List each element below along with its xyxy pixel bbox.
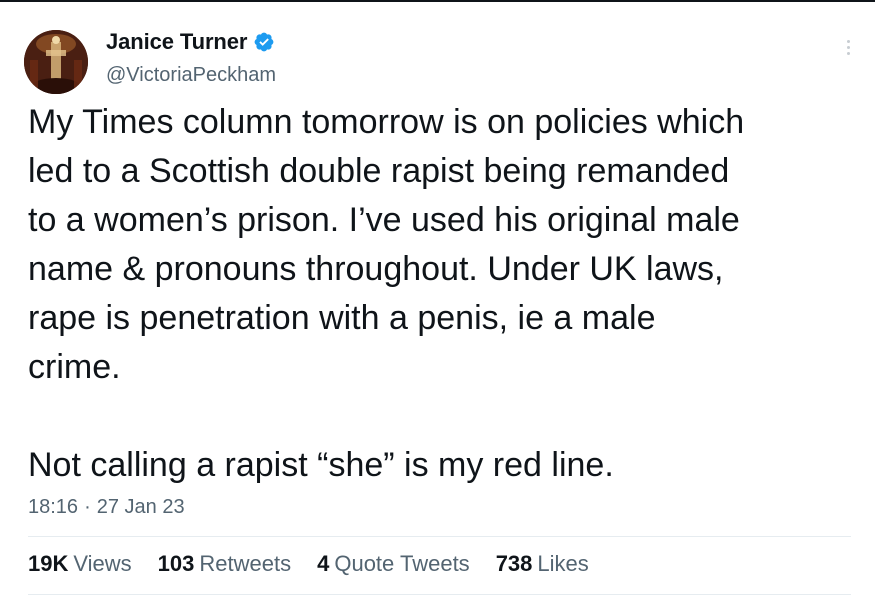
author-display-name[interactable]: Janice Turner xyxy=(106,29,247,55)
tweet-timestamp[interactable]: 18:16 · 27 Jan 23 xyxy=(28,496,185,519)
stat-retweets[interactable]: 103 Retweets xyxy=(158,551,291,577)
stat-label: Views xyxy=(73,551,132,576)
tweet-card: Janice Turner @VictoriaPeckham My Times … xyxy=(0,0,875,600)
tweet-time: 18:16 xyxy=(28,496,79,518)
stat-views[interactable]: 19K Views xyxy=(28,551,132,577)
verified-badge-icon xyxy=(254,32,274,52)
tweet-stats: 19K Views 103 Retweets 4 Quote Tweets 73… xyxy=(28,551,589,577)
stat-quote-tweets[interactable]: 4 Quote Tweets xyxy=(317,551,470,577)
more-vertical-icon[interactable] xyxy=(845,40,851,60)
stat-count: 738 xyxy=(495,551,533,576)
stat-count: 103 xyxy=(157,551,195,576)
stat-label: Retweets xyxy=(199,551,292,576)
tweet-text: My Times column tomorrow is on policies … xyxy=(28,103,745,484)
stat-likes[interactable]: 738 Likes xyxy=(496,551,589,577)
divider xyxy=(28,594,851,595)
author-handle[interactable]: @VictoriaPeckham xyxy=(106,64,276,87)
timestamp-separator: · xyxy=(84,496,91,518)
avatar-image xyxy=(24,30,88,94)
stat-label: Likes xyxy=(537,551,589,576)
stat-count: 4 xyxy=(317,551,330,576)
stat-count: 19K xyxy=(28,551,69,576)
avatar[interactable] xyxy=(24,30,88,94)
stat-label: Quote Tweets xyxy=(334,551,470,576)
author-name-row[interactable]: Janice Turner xyxy=(106,29,275,55)
divider xyxy=(28,536,851,537)
tweet-date: 27 Jan 23 xyxy=(96,496,185,518)
